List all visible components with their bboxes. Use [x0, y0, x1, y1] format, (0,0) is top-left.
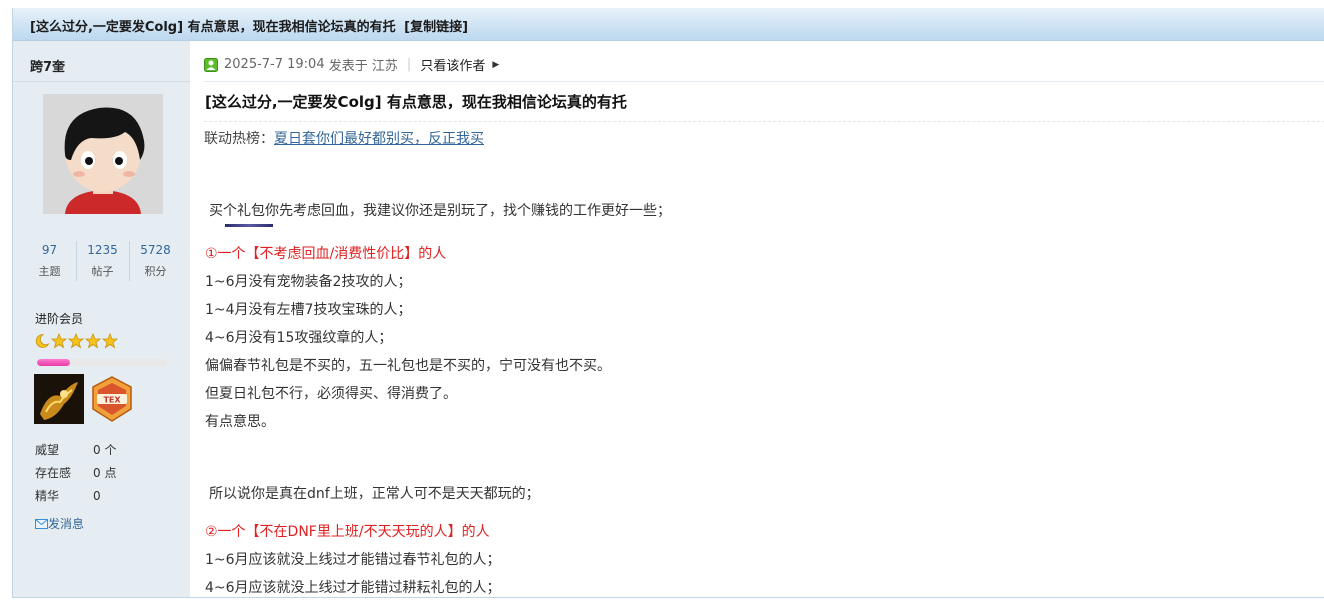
- author-only-link[interactable]: 只看该作者: [420, 55, 485, 74]
- post-title: [这么过分,一定要发Colg] 有点意思，现在我相信论坛真的有托: [205, 93, 627, 111]
- info-digest: 精华 0: [35, 485, 116, 508]
- star-icon: [67, 332, 85, 349]
- stat-points-value: 5728: [140, 243, 171, 257]
- body-line-9: 所以说你是真在dnf上班，正常人可不是天天都玩的；: [209, 486, 540, 502]
- caret-right-icon: ▶: [492, 59, 500, 70]
- online-status-icon: [204, 57, 218, 72]
- stat-posts-label: 帖子: [91, 265, 114, 278]
- body-line-5: 4~6月没有15攻强纹章的人；: [205, 330, 393, 346]
- stat-posts[interactable]: 1235 帖子: [76, 241, 130, 281]
- info-presence-label: 存在感: [35, 466, 72, 480]
- body-line-4: 1~4月没有左槽7技攻宝珠的人；: [205, 302, 412, 318]
- moon-icon: [35, 334, 50, 348]
- thread-title-bar: [这么过分,一定要发Colg] 有点意思，现在我相信论坛真的有托 [复制链接]: [13, 8, 1324, 41]
- stat-points-label: 积分: [144, 265, 167, 278]
- stat-points[interactable]: 5728 积分: [129, 241, 182, 281]
- hot-list-label: 联动热榜：: [204, 131, 274, 147]
- avatar-image: [43, 94, 163, 214]
- body-line-3: 1~6月没有宠物装备2技攻的人；: [205, 274, 412, 290]
- star-icon: [50, 332, 68, 349]
- body-line-8: 有点意思。: [205, 414, 275, 430]
- star-icon: [84, 332, 102, 349]
- level-stars: [34, 332, 119, 349]
- svg-text:TEX: TEX: [103, 396, 121, 405]
- body-line-6: 偏偏春节礼包是不买的，五一礼包也是不买的，宁可没有也不买。: [205, 358, 611, 374]
- level-progress-fill: [37, 359, 70, 366]
- body-decoration: [225, 224, 273, 227]
- post-meta: 2025-7-7 19:04 发表于 江苏 | 只看该作者 ▶: [204, 55, 499, 74]
- hot-list-link[interactable]: 夏日套你们最好都别买，反正我买: [274, 131, 484, 147]
- post-content-area: 2025-7-7 19:04 发表于 江苏 | 只看该作者 ▶ [这么过分,一定…: [190, 41, 1324, 597]
- tex-badge-icon[interactable]: TEX: [87, 374, 137, 424]
- author-sidebar: 跨7奎 97 主题 1235 帖子 5728 积分 进阶会员 TEX 威望 0 …: [13, 41, 190, 597]
- author-username[interactable]: 跨7奎: [30, 56, 65, 75]
- title-divider: [204, 121, 1324, 122]
- avatar[interactable]: [43, 94, 163, 214]
- post-date: 2025-7-7 19:04: [224, 57, 325, 72]
- info-presence-value: 0 点: [93, 466, 117, 480]
- send-message-button[interactable]: 发消息: [35, 515, 84, 532]
- stat-threads-value: 97: [41, 243, 58, 257]
- body-line-7: 但夏日礼包不行，必须得买、得消费了。: [205, 386, 457, 402]
- info-digest-label: 精华: [35, 489, 60, 503]
- level-progress-bar: [37, 359, 167, 366]
- stat-threads[interactable]: 97 主题: [23, 241, 77, 281]
- body-line-11: 1~6月应该就没上线过才能错过春节礼包的人；: [205, 552, 501, 568]
- info-digest-value: 0: [93, 489, 101, 503]
- star-icon: [101, 332, 119, 349]
- body-line-12: 4~6月应该就没上线过才能错过耕耘礼包的人；: [205, 580, 501, 596]
- thread-title: [这么过分,一定要发Colg] 有点意思，现在我相信论坛真的有托 [复制链接]: [30, 16, 468, 35]
- meta-separator: |: [406, 57, 412, 72]
- user-level[interactable]: 进阶会员: [35, 310, 83, 327]
- thread-title-text: [这么过分,一定要发Colg] 有点意思，现在我相信论坛真的有托: [30, 20, 396, 35]
- sidebar-divider: [13, 81, 190, 82]
- meta-divider: [204, 81, 1324, 82]
- info-prestige: 威望 0 个: [35, 439, 116, 462]
- info-prestige-label: 威望: [35, 443, 60, 457]
- stat-threads-label: 主题: [38, 265, 61, 278]
- send-message-label: 发消息: [48, 517, 85, 531]
- info-prestige-value: 0 个: [93, 443, 117, 457]
- copy-link-button[interactable]: [复制链接]: [404, 20, 468, 35]
- body-line-1: 买个礼包你先考虑回血，我建议你还是别玩了，找个赚钱的工作更好一些；: [209, 203, 671, 219]
- body-line-10: ②一个【不在DNF里上班/不天天玩的人】的人: [205, 524, 490, 540]
- author-info: 威望 0 个 存在感 0 点 精华 0: [35, 439, 116, 508]
- envelope-icon: [35, 519, 48, 529]
- post-frame: [这么过分,一定要发Colg] 有点意思，现在我相信论坛真的有托 [复制链接] …: [12, 8, 1324, 598]
- info-presence: 存在感 0 点: [35, 462, 116, 485]
- post-posted-at: 发表于: [328, 59, 368, 74]
- author-stats: 97 主题 1235 帖子 5728 积分: [23, 241, 183, 285]
- post-location: 江苏: [371, 59, 398, 74]
- game-medal-icon[interactable]: [34, 374, 84, 424]
- body-line-2: ①一个【不考虑回血/消费性价比】的人: [205, 246, 447, 262]
- hot-list: 联动热榜：夏日套你们最好都别买，反正我买: [204, 128, 484, 148]
- stat-posts-value: 1235: [87, 243, 118, 257]
